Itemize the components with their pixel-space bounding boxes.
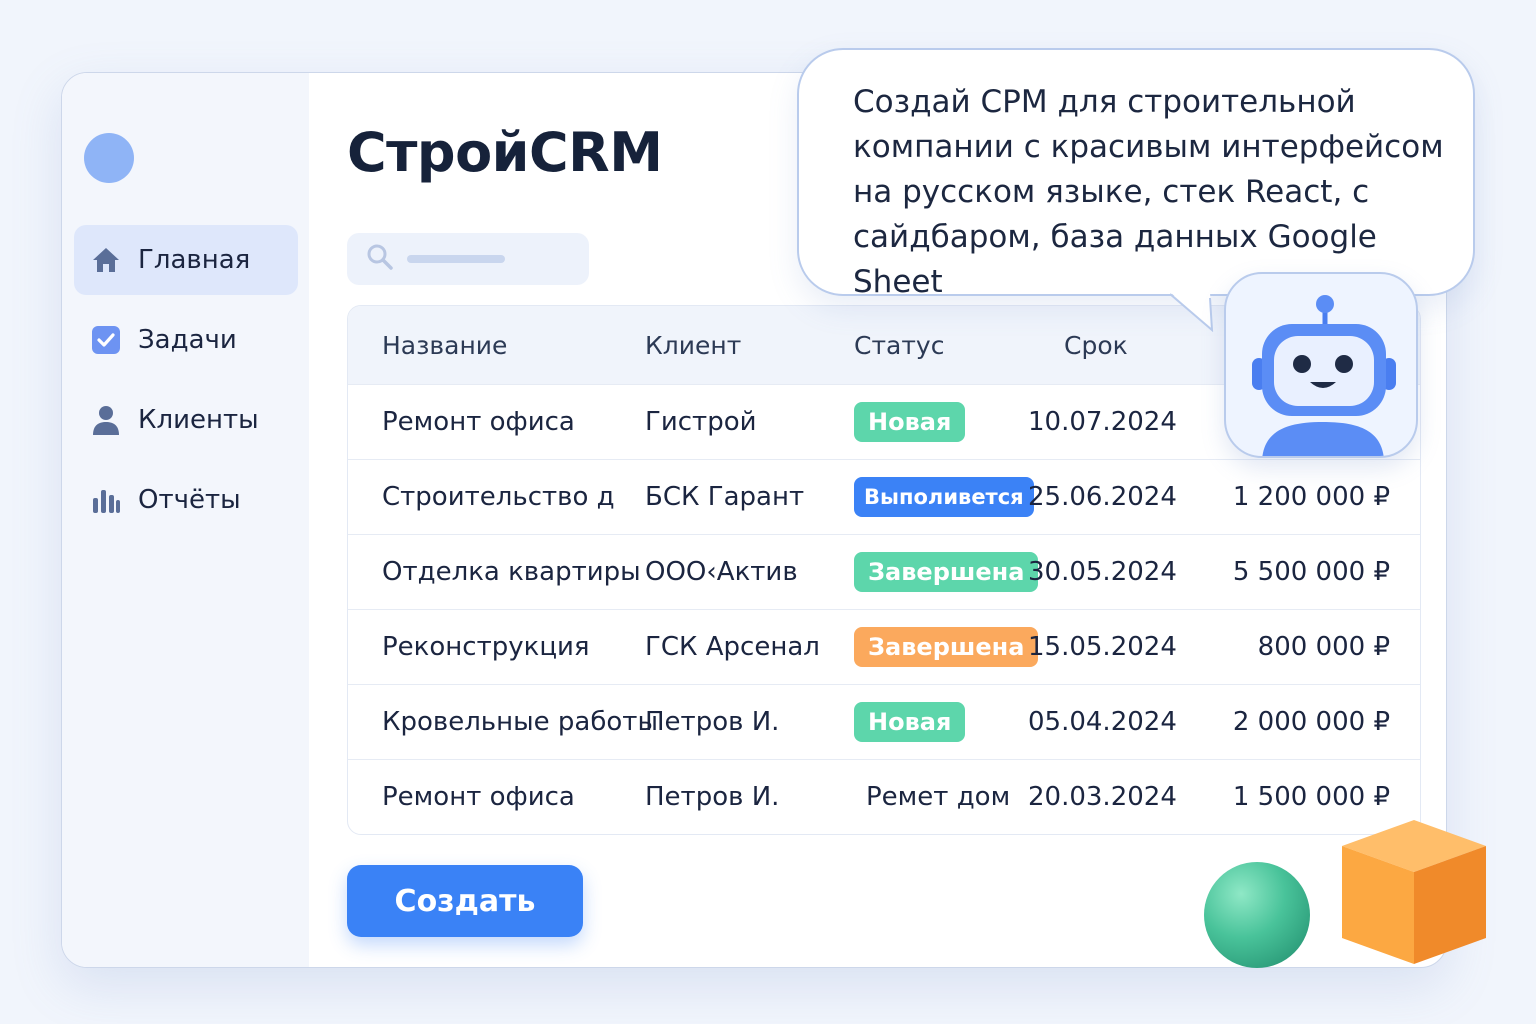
cell-name: Кровельные работы <box>382 707 658 737</box>
cell-client: Гистрой <box>645 407 757 437</box>
cell-client: Петров И. <box>645 782 780 812</box>
status-badge-label: Завершена <box>854 627 1039 667</box>
sidebar-item-tasks[interactable]: Задачи <box>74 305 298 375</box>
sidebar-item-home[interactable]: Главная <box>74 225 298 295</box>
chat-line: Создай СРМ для строительной <box>853 84 1356 120</box>
sidebar: Главная Задачи Клиенты Отчёты <box>62 73 309 967</box>
cell-amount: 1 200 000 ₽ <box>1232 482 1390 512</box>
status-badge-label: Новая <box>854 402 966 442</box>
cell-date: 05.04.2024 <box>1028 707 1177 737</box>
search-placeholder-line <box>407 255 505 263</box>
sidebar-item-label: Главная <box>138 245 251 275</box>
bar-chart-icon <box>90 484 122 516</box>
table-row[interactable]: Строительство д БСК Гарант Выполивется 2… <box>348 459 1420 534</box>
cell-name: Реконструкция <box>382 632 590 662</box>
table-row[interactable]: Ремонт офиса Петров И. Ремет дом 20.03.2… <box>348 759 1420 834</box>
cell-amount: 800 000 ₽ <box>1257 632 1390 662</box>
chat-bubble: Создай СРМ для строительной компании с к… <box>797 48 1475 300</box>
status-badge-label: Выполивется <box>854 477 1034 517</box>
sidebar-item-label: Отчёты <box>138 485 241 515</box>
status-badge: Выполивется <box>854 477 1034 517</box>
robot-icon <box>1252 295 1396 456</box>
column-header[interactable]: Статус <box>854 331 944 360</box>
search-input[interactable] <box>347 233 589 285</box>
table-row[interactable]: Реконструкция ГСК Арсенал Завершена 15.0… <box>348 609 1420 684</box>
cell-name: Строительство д <box>382 482 615 512</box>
cell-client: ГСК Арсенал <box>645 632 820 662</box>
cell-client: ООО‹Актив <box>645 557 798 587</box>
chat-bubble-tail <box>1169 292 1214 332</box>
sidebar-item-label: Задачи <box>138 325 237 355</box>
robot-avatar-card[interactable] <box>1224 272 1418 458</box>
table-row[interactable]: Кровельные работы Петров И. Новая 05.04.… <box>348 684 1420 759</box>
status-badge: Завершена <box>854 552 1039 592</box>
cell-date: 10.07.2024 <box>1028 407 1177 437</box>
cell-amount: 2 000 000 ₽ <box>1232 707 1390 737</box>
chat-line: на русском языке, стек React, с <box>853 174 1370 210</box>
checkbox-icon <box>90 324 122 356</box>
status-badge: Новая <box>854 702 966 742</box>
cell-status: Ремет дом <box>866 782 1011 812</box>
orange-cube-decoration <box>1342 820 1486 964</box>
cell-date: 15.05.2024 <box>1028 632 1177 662</box>
sidebar-item-clients[interactable]: Клиенты <box>74 385 298 455</box>
status-badge-label: Новая <box>854 702 966 742</box>
cell-amount: 1 500 000 ₽ <box>1232 782 1390 812</box>
chat-line: компании с красивым интерфейсом <box>853 129 1444 165</box>
search-icon <box>365 242 395 276</box>
user-icon <box>90 404 122 436</box>
column-header[interactable]: Срок <box>1064 331 1128 360</box>
home-icon <box>90 244 122 276</box>
sidebar-item-label: Клиенты <box>138 405 259 435</box>
status-badge: Завершена <box>854 627 1039 667</box>
cell-client: Петров И. <box>645 707 780 737</box>
page-title: СтройCRM <box>347 121 663 184</box>
avatar[interactable] <box>84 133 134 183</box>
create-button[interactable]: Создать <box>347 865 583 937</box>
status-badge-label: Завершена <box>854 552 1039 592</box>
cell-date: 30.05.2024 <box>1028 557 1177 587</box>
sidebar-item-reports[interactable]: Отчёты <box>74 465 298 535</box>
cell-date: 20.03.2024 <box>1028 782 1177 812</box>
cell-date: 25.06.2024 <box>1028 482 1177 512</box>
cell-client: БСК Гарант <box>645 482 805 512</box>
cell-amount: 5 500 000 ₽ <box>1232 557 1390 587</box>
cell-name: Ремонт офиса <box>382 782 575 812</box>
column-header[interactable]: Клиент <box>645 331 741 360</box>
sidebar-nav: Главная Задачи Клиенты Отчёты <box>74 225 298 545</box>
table-row[interactable]: Отделка квартиры ООО‹Актив Завершена 30.… <box>348 534 1420 609</box>
cell-name: Отделка квартиры <box>382 557 641 587</box>
cell-name: Ремонт офиса <box>382 407 575 437</box>
column-header[interactable]: Название <box>382 331 507 360</box>
green-sphere-decoration <box>1204 862 1310 968</box>
status-badge: Новая <box>854 402 966 442</box>
